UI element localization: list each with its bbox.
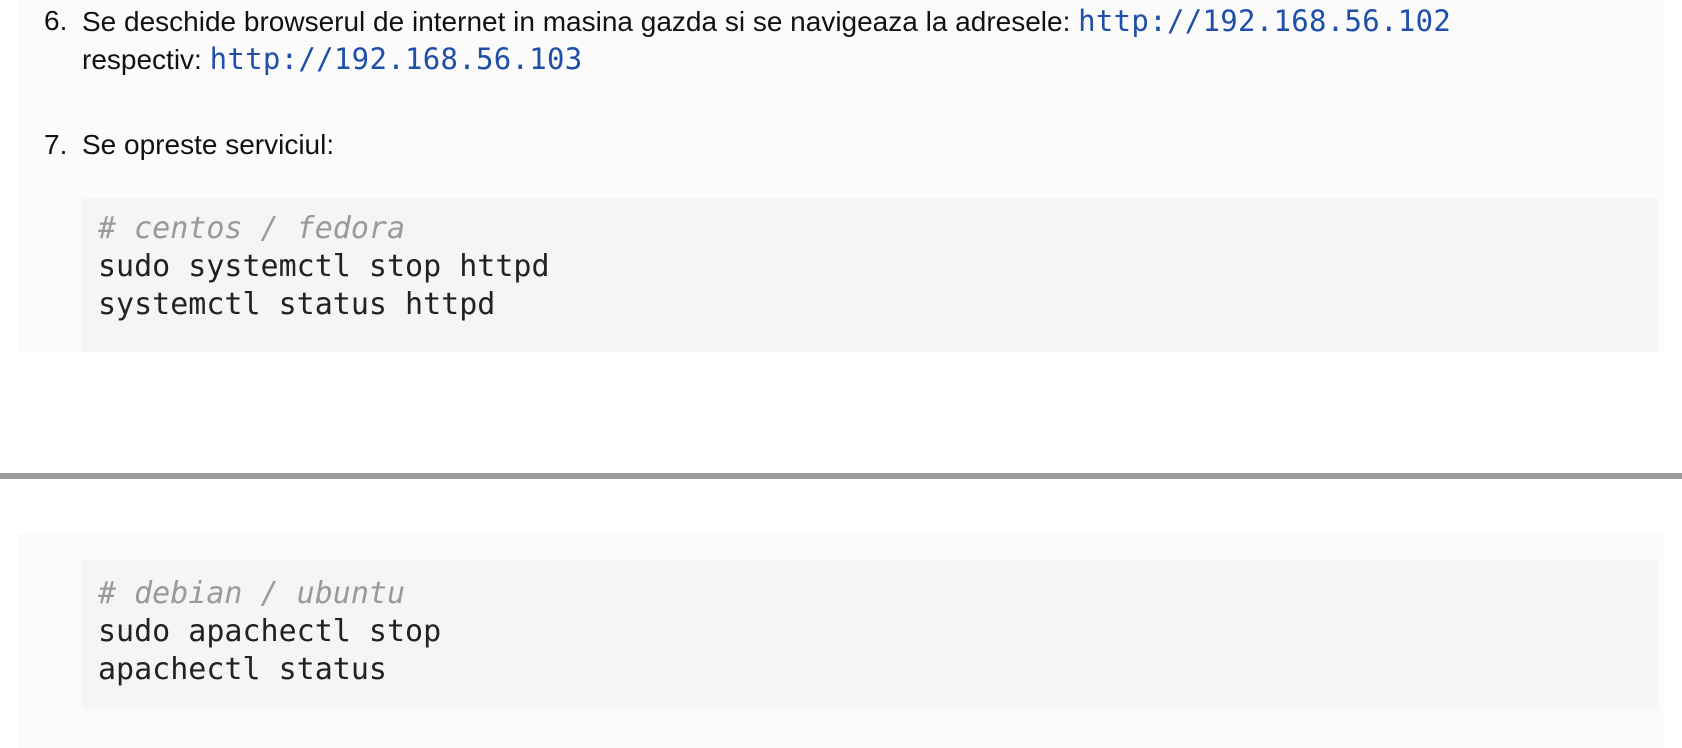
step-text: Se opreste serviciul: <box>82 129 335 160</box>
step-text-line2: respectiv: http://192.168.56.103 <box>82 41 583 78</box>
step-text-line1: Se deschide browserul de internet in mas… <box>82 3 1451 40</box>
code-comment: # debian / ubuntu <box>98 576 406 611</box>
code-block-debian[interactable]: # debian / ubuntu sudo apachectl stop apac… <box>82 560 1658 708</box>
address-link-103[interactable]: http://192.168.56.103 <box>210 42 583 76</box>
code-block-centos[interactable]: # centos / fedora sudo systemctl stop htt… <box>82 198 1658 352</box>
code-line: sudo systemctl stop httpd <box>98 249 550 284</box>
code-comment: # centos / fedora <box>98 211 406 246</box>
code-line: systemctl status httpd <box>98 287 496 322</box>
step-text-respectiv: respectiv: <box>82 44 210 75</box>
code-line: sudo apachectl stop <box>98 614 442 649</box>
step-text: Se deschide browserul de internet in mas… <box>82 6 1079 37</box>
code-line: apachectl status <box>98 652 387 687</box>
address-link-102[interactable]: http://192.168.56.102 <box>1078 4 1451 38</box>
step-number: 6. <box>44 5 68 36</box>
step-number: 7. <box>44 129 68 160</box>
section-divider <box>0 473 1682 479</box>
